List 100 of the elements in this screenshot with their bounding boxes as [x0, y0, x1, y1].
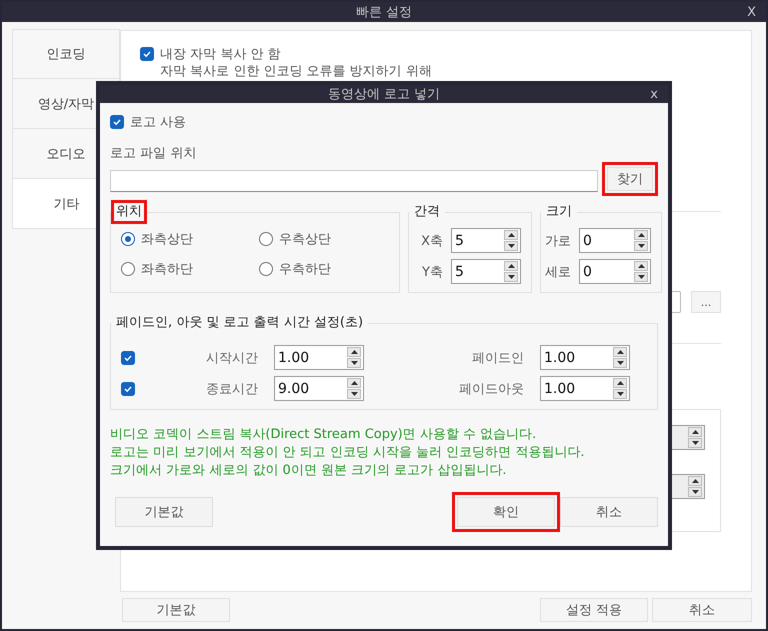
up-triangle-icon [350, 350, 358, 354]
step-up-button[interactable] [504, 230, 518, 240]
down-triangle-icon [638, 275, 644, 279]
step-down-button[interactable] [347, 389, 361, 399]
number-input[interactable]: 1.00 [278, 350, 347, 366]
close-button[interactable]: x [648, 85, 660, 103]
tab[interactable]: 인코딩 [12, 29, 120, 79]
dialog-title: 동영상에 로고 넣기 [328, 86, 440, 103]
check-icon [112, 117, 122, 127]
step-down-button[interactable] [613, 389, 627, 399]
window-title: 빠른 설정 [356, 4, 412, 21]
down-triangle-icon [616, 361, 624, 365]
info-note: 크기에서 가로와 세로의 값이 0이면 원본 크기의 로고가 삽입됩니다. [110, 462, 508, 480]
spin-box[interactable]: 0 [579, 259, 651, 284]
radio-button[interactable] [259, 232, 273, 246]
checkbox[interactable] [110, 115, 124, 129]
step-up-button[interactable] [504, 261, 518, 271]
down-triangle-icon [350, 361, 358, 365]
spin-box[interactable]: 9.00 [274, 376, 364, 401]
down-triangle-icon [616, 392, 624, 396]
spin-label: Y축 [422, 264, 443, 280]
down-triangle-icon [508, 244, 514, 248]
spin-label: 가로 [545, 232, 571, 250]
time-label: 종료시간 [205, 380, 259, 398]
radio-label: 우측하단 [279, 261, 331, 278]
radio-button[interactable] [259, 262, 273, 276]
fade-label: 페이드인 [471, 350, 525, 366]
browse-button[interactable]: ... [691, 291, 721, 313]
up-triangle-icon [692, 479, 698, 483]
up-triangle-icon [508, 264, 514, 268]
step-down-button[interactable] [634, 241, 648, 251]
number-input[interactable]: 5 [455, 232, 504, 248]
radio-button[interactable] [121, 262, 135, 276]
number-input[interactable]: 0 [583, 232, 634, 248]
up-triangle-icon [692, 430, 698, 434]
spin-box[interactable]: 5 [451, 259, 521, 284]
dialog-button[interactable]: 확인 [457, 497, 555, 527]
group-title: 페이드인, 아웃 및 로고 출력 시간 설정(초) [115, 314, 364, 332]
step-down-button[interactable] [613, 358, 627, 368]
file-path-field[interactable] [110, 170, 598, 192]
dialog-button[interactable]: 기본값 [115, 497, 213, 527]
down-triangle-icon [692, 441, 698, 445]
radio-button[interactable] [121, 232, 135, 246]
radio-label: 좌측상단 [141, 231, 193, 248]
group-title: 크기 [545, 203, 573, 221]
checkbox-label: 내장 자막 복사 안 함 [160, 46, 281, 63]
number-input[interactable]: 1.00 [544, 350, 613, 366]
close-button[interactable]: X [745, 2, 758, 22]
step-up-button[interactable] [634, 230, 648, 240]
checkbox[interactable] [121, 350, 135, 364]
step-up-button[interactable] [688, 427, 702, 437]
spin-box[interactable]: 1.00 [540, 376, 630, 401]
group-title: 위치 [111, 200, 147, 224]
dialog-button[interactable]: 취소 [560, 497, 658, 527]
find-button[interactable]: 찾기 [607, 167, 653, 191]
up-triangle-icon [350, 381, 358, 385]
step-down-button[interactable] [347, 358, 361, 368]
step-down-button[interactable] [504, 272, 518, 282]
checkbox-label: 로고 사용 [130, 114, 186, 131]
default-button[interactable]: 기본값 [122, 598, 230, 622]
step-up-button[interactable] [347, 378, 361, 388]
option-description: 자막 복사로 인한 인코딩 오류를 방지하기 위해 [160, 64, 433, 79]
spin-box[interactable]: 1.00 [540, 345, 630, 370]
up-triangle-icon [616, 350, 624, 354]
up-triangle-icon [638, 264, 644, 268]
step-up-button[interactable] [613, 378, 627, 388]
up-triangle-icon [508, 233, 514, 237]
info-note: 비디오 코덱이 스트림 복사(Direct Stream Copy)면 사용할 수 없습니다. [110, 426, 538, 444]
fade-label: 페이드아웃 [458, 380, 525, 398]
checkbox[interactable] [121, 382, 135, 396]
up-triangle-icon [638, 233, 644, 237]
checkbox[interactable] [140, 47, 154, 61]
step-down-button[interactable] [634, 272, 648, 282]
step-down-button[interactable] [688, 487, 702, 497]
radio-label: 우측상단 [279, 231, 331, 248]
group-title: 간격 [413, 203, 441, 221]
number-input[interactable]: 1.00 [544, 380, 613, 396]
step-down-button[interactable] [504, 241, 518, 251]
number-input[interactable]: 9.00 [278, 380, 347, 396]
number-input[interactable]: 0 [583, 264, 634, 280]
step-up-button[interactable] [688, 476, 702, 486]
up-triangle-icon [616, 381, 624, 385]
apply-button[interactable]: 설정 적용 [540, 598, 648, 622]
spin-box[interactable]: 1.00 [274, 345, 364, 370]
down-triangle-icon [508, 275, 514, 279]
step-up-button[interactable] [347, 347, 361, 357]
cancel-button[interactable]: 취소 [652, 598, 752, 622]
spin-box[interactable]: 5 [451, 228, 521, 253]
number-input[interactable]: 5 [455, 264, 504, 280]
step-up-button[interactable] [613, 347, 627, 357]
down-triangle-icon [350, 392, 358, 396]
down-triangle-icon [692, 490, 698, 494]
spin-label: 세로 [545, 264, 571, 280]
step-down-button[interactable] [688, 438, 702, 448]
spin-box[interactable]: 0 [579, 228, 651, 253]
info-note: 로고는 미리 보기에서 적용이 안 되고 인코딩 시작을 눌러 인코딩하면 적용됩니다. [110, 444, 586, 462]
check-icon [142, 49, 152, 59]
step-up-button[interactable] [634, 261, 648, 271]
spin-label: X축 [421, 232, 443, 250]
time-label: 시작시간 [205, 350, 259, 366]
